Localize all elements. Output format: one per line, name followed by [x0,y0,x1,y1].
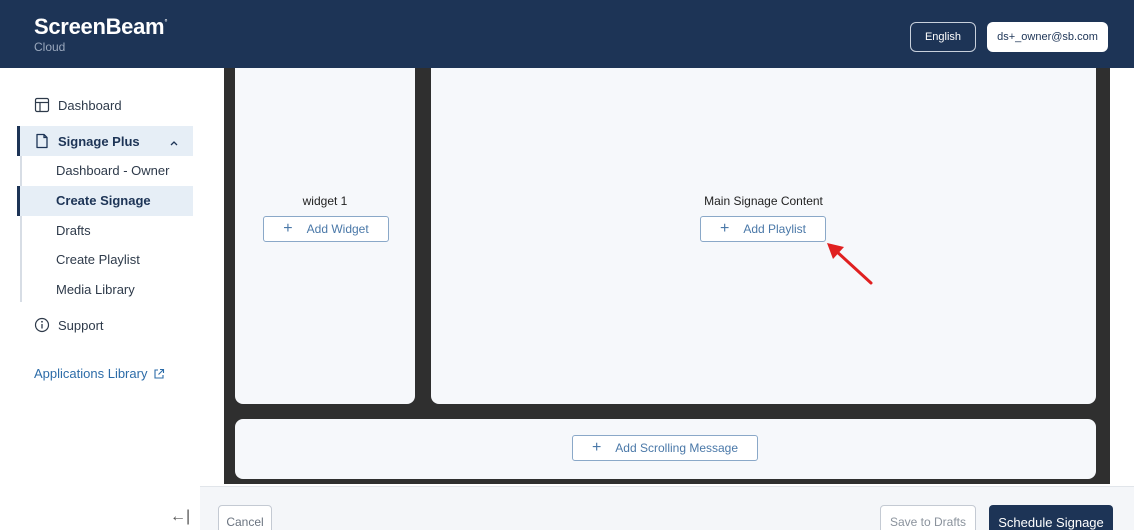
sidebar-item-label: Dashboard [58,97,122,113]
schedule-signage-button[interactable]: Schedule Signage [989,505,1113,530]
sub-active-indicator [17,186,20,216]
sidebar-subitem-drafts[interactable]: Drafts [56,223,91,238]
sidebar-subitem-dashboard-owner[interactable]: Dashboard - Owner [56,163,169,178]
sidebar-item-dashboard[interactable]: Dashboard [0,90,193,120]
dashboard-icon [34,97,50,113]
info-icon [34,317,50,333]
sidebar-subitem-media-library[interactable]: Media Library [56,282,135,297]
external-link-icon [153,368,165,380]
brand-name: ScreenBeam [34,14,165,39]
applications-library-link[interactable]: Applications Library [34,366,165,381]
language-button[interactable]: English [910,22,976,52]
applications-library-label: Applications Library [34,366,148,381]
cancel-button[interactable]: Cancel [218,505,272,530]
plus-icon: + [719,220,730,237]
save-to-drafts-button[interactable]: Save to Drafts [880,505,976,530]
widget-label: widget 1 [302,194,348,208]
plus-icon: + [591,439,602,456]
main-content-label: Main Signage Content [704,194,823,208]
user-account-button[interactable]: ds+_owner@sb.com [987,22,1108,52]
add-playlist-label: Add Playlist [743,222,807,236]
plus-icon: + [283,220,293,237]
add-scrolling-label: Add Scrolling Message [615,441,739,455]
sidebar-item-signage-plus[interactable]: Signage Plus [17,126,193,156]
brand-mark: ° [164,18,168,27]
scrolling-message-panel[interactable]: + Add Scrolling Message [235,419,1096,479]
widget-panel[interactable]: widget 1 + Add Widget [235,68,415,404]
sidebar-item-support[interactable]: Support [0,310,193,340]
main-content-panel[interactable]: Main Signage Content + Add Playlist [431,68,1096,404]
sidebar-subitem-create-playlist[interactable]: Create Playlist [56,252,140,267]
brand-product: Cloud [34,40,66,54]
document-icon [34,133,50,149]
add-widget-label: Add Widget [306,222,369,236]
collapse-sidebar-icon[interactable]: ←| [170,508,190,526]
annotation-arrow-icon [827,243,873,285]
active-indicator [17,126,20,156]
top-header: ScreenBeam° Cloud English ds+_owner@sb.c… [0,0,1134,68]
sidebar-item-label: Support [58,317,104,333]
sidebar-item-label: Signage Plus [58,133,140,149]
add-playlist-button[interactable]: + Add Playlist [700,216,826,242]
sidebar-subitem-create-signage[interactable]: Create Signage [56,193,151,208]
signage-canvas: widget 1 + Add Widget Main Signage Conte… [224,68,1110,484]
action-footer: Cancel Save to Drafts Schedule Signage [200,486,1134,530]
brand-logo[interactable]: ScreenBeam° [34,14,168,40]
chevron-up-icon [169,135,179,150]
add-widget-button[interactable]: + Add Widget [263,216,389,242]
add-scrolling-message-button[interactable]: + Add Scrolling Message [572,435,758,461]
